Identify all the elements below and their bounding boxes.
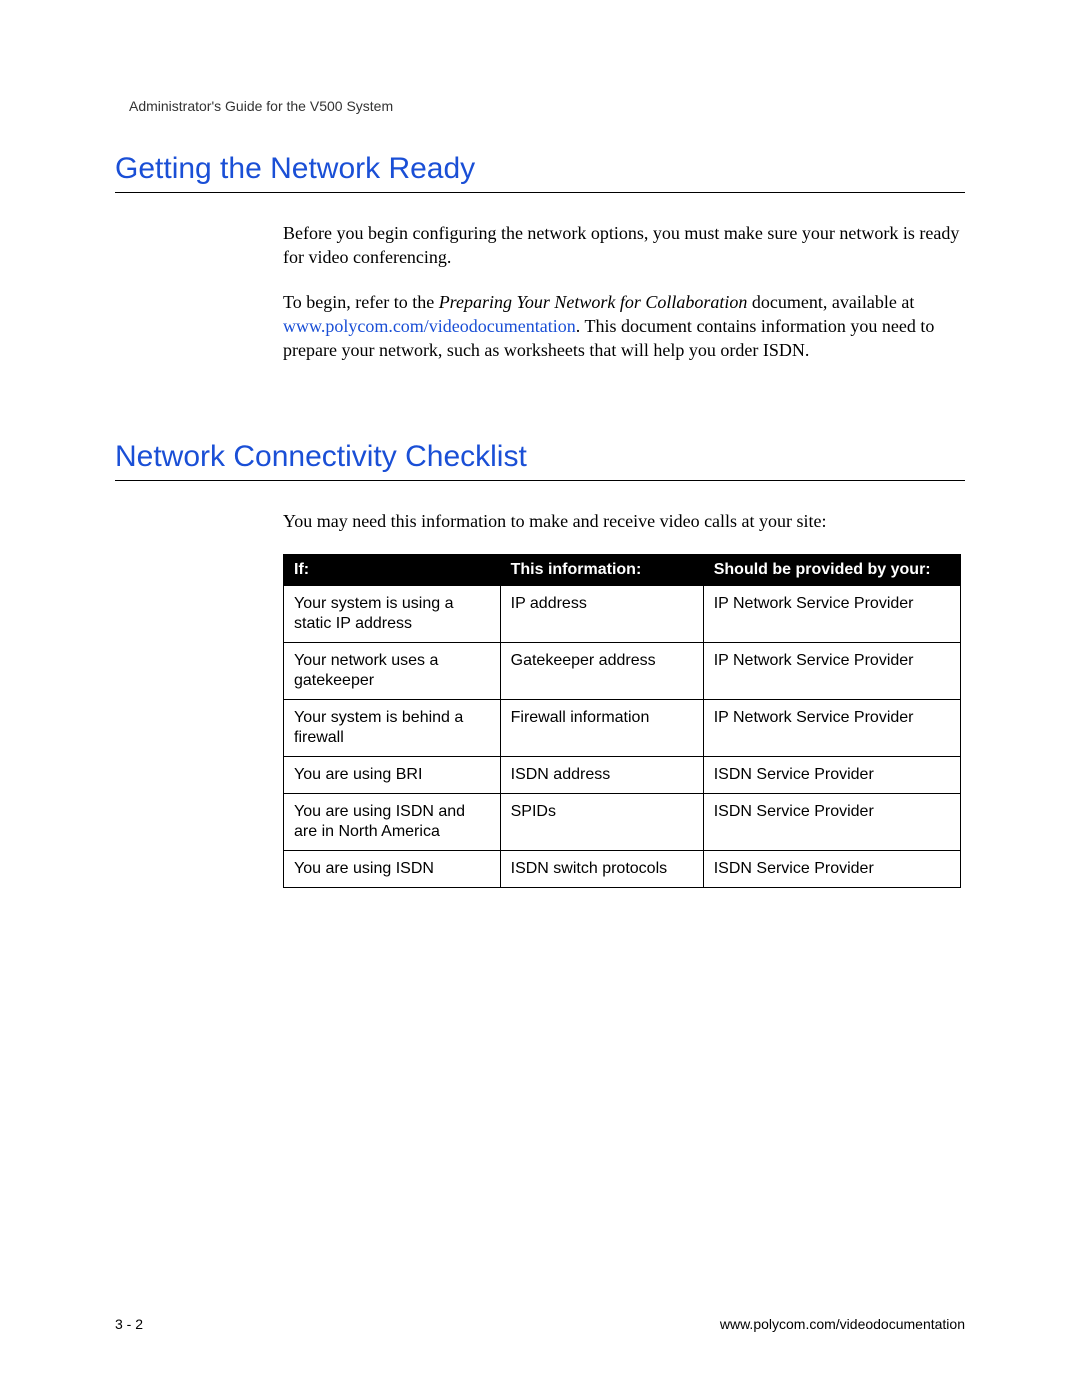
section2-intro: You may need this information to make an… <box>283 509 961 533</box>
cell-info: IP address <box>500 585 703 642</box>
cell-info: SPIDs <box>500 793 703 850</box>
page-number: 3 - 2 <box>115 1316 143 1332</box>
cell-if: You are using ISDN and are in North Amer… <box>284 793 501 850</box>
section2-body: You may need this information to make an… <box>283 509 961 887</box>
page-footer: 3 - 2 www.polycom.com/videodocumentation <box>115 1316 965 1332</box>
table-row: You are using ISDN ISDN switch protocols… <box>284 850 961 887</box>
video-documentation-link[interactable]: www.polycom.com/videodocumentation <box>283 316 576 336</box>
text-fragment: To begin, refer to the <box>283 292 439 312</box>
cell-provider: IP Network Service Provider <box>703 585 960 642</box>
heading-network-connectivity-checklist: Network Connectivity Checklist <box>115 440 965 481</box>
cell-if: Your system is behind a firewall <box>284 699 501 756</box>
running-header: Administrator's Guide for the V500 Syste… <box>129 98 965 114</box>
heading-getting-network-ready: Getting the Network Ready <box>115 152 965 193</box>
table-header-row: If: This information: Should be provided… <box>284 554 961 585</box>
cell-if: Your system is using a static IP address <box>284 585 501 642</box>
table-row: Your system is behind a firewall Firewal… <box>284 699 961 756</box>
col-header-provider: Should be provided by your: <box>703 554 960 585</box>
col-header-if: If: <box>284 554 501 585</box>
text-fragment: document, available at <box>747 292 914 312</box>
cell-info: Gatekeeper address <box>500 642 703 699</box>
section1-body: Before you begin configuring the network… <box>283 221 961 362</box>
col-header-info: This information: <box>500 554 703 585</box>
table-row: You are using ISDN and are in North Amer… <box>284 793 961 850</box>
cell-provider: IP Network Service Provider <box>703 699 960 756</box>
cell-if: Your network uses a gatekeeper <box>284 642 501 699</box>
table-row: Your network uses a gatekeeper Gatekeepe… <box>284 642 961 699</box>
cell-provider: ISDN Service Provider <box>703 850 960 887</box>
section1-para1: Before you begin configuring the network… <box>283 221 961 270</box>
footer-url: www.polycom.com/videodocumentation <box>720 1316 965 1332</box>
cell-provider: ISDN Service Provider <box>703 756 960 793</box>
section1-para2: To begin, refer to the Preparing Your Ne… <box>283 290 961 363</box>
cell-provider: ISDN Service Provider <box>703 793 960 850</box>
cell-info: ISDN switch protocols <box>500 850 703 887</box>
doc-title-italic: Preparing Your Network for Collaboration <box>439 292 748 312</box>
cell-if: You are using ISDN <box>284 850 501 887</box>
cell-provider: IP Network Service Provider <box>703 642 960 699</box>
checklist-table: If: This information: Should be provided… <box>283 554 961 888</box>
cell-info: ISDN address <box>500 756 703 793</box>
table-row: You are using BRI ISDN address ISDN Serv… <box>284 756 961 793</box>
table-row: Your system is using a static IP address… <box>284 585 961 642</box>
cell-if: You are using BRI <box>284 756 501 793</box>
cell-info: Firewall information <box>500 699 703 756</box>
